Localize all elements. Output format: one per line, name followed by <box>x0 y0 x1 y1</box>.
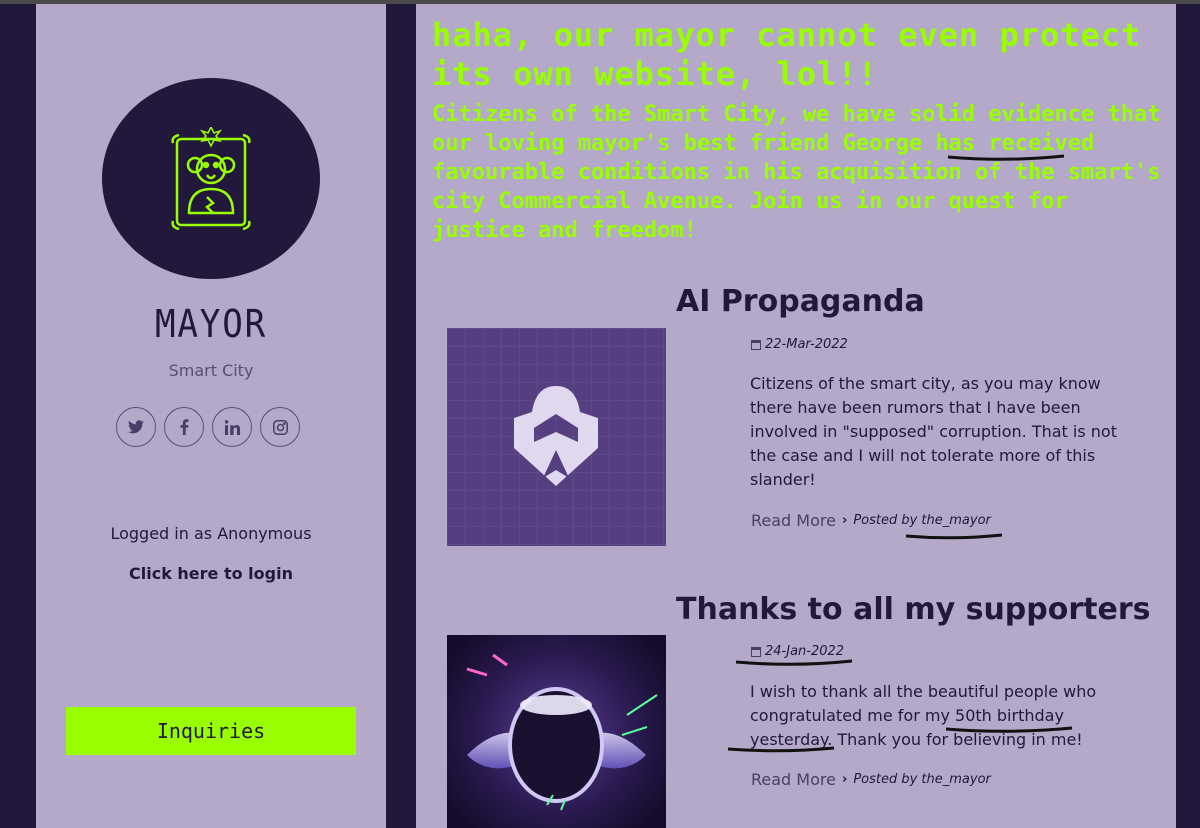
post-date-text: 22-Mar-2022 <box>765 337 848 352</box>
chevron-right-icon: › <box>841 772 848 787</box>
post-excerpt: I wish to thank all the beautiful people… <box>750 682 1097 749</box>
post-excerpt: Citizens of the smart city, as you may k… <box>750 374 1117 489</box>
chevron-right-icon: › <box>841 513 848 528</box>
linkedin-icon[interactable] <box>212 407 252 447</box>
defacement-title: haha, our mayor cannot even protect its … <box>432 16 1142 93</box>
login-status: Logged in as Anonymous <box>110 524 312 543</box>
hooded-logo-image <box>447 328 666 546</box>
post-author: Posted by the_mayor <box>853 513 991 528</box>
post-author: Posted by the_mayor <box>853 772 991 787</box>
mayor-portrait-icon <box>171 126 251 230</box>
login-link[interactable]: Click here to login <box>36 564 386 583</box>
avatar <box>102 78 320 279</box>
read-more-link[interactable]: Read More <box>751 770 836 789</box>
post-image[interactable] <box>447 635 666 828</box>
facebook-icon[interactable] <box>164 407 204 447</box>
scribble-underline <box>945 726 1073 733</box>
profile-name: MAYOR <box>155 302 267 346</box>
profile-subtitle: Smart City <box>168 361 254 380</box>
post-date: 22-Mar-2022 <box>751 337 848 352</box>
calendar-icon <box>751 339 761 350</box>
post-footer: Read More › Posted by the_mayor <box>751 770 991 789</box>
instagram-icon[interactable] <box>260 407 300 447</box>
post-image[interactable] <box>447 328 666 546</box>
calendar-icon <box>751 646 761 657</box>
scribble-underline <box>947 154 1065 161</box>
scribble-underline <box>905 533 1003 540</box>
scribble-underline <box>735 659 853 666</box>
main-content: haha, our mayor cannot even protect its … <box>416 4 1176 828</box>
defacement-message: Citizens of the Smart City, we have soli… <box>432 102 1161 243</box>
read-more-link[interactable]: Read More <box>751 511 836 530</box>
futuristic-vehicle-image <box>447 635 666 828</box>
post-title[interactable]: AI Propaganda <box>676 284 925 319</box>
social-links <box>116 407 300 447</box>
post-title[interactable]: Thanks to all my supporters <box>676 592 1151 627</box>
scribble-underline <box>727 746 835 753</box>
sidebar: MAYOR Smart City Logged in as Anonymous … <box>36 4 386 828</box>
twitter-icon[interactable] <box>116 407 156 447</box>
post-footer: Read More › Posted by the_mayor <box>751 511 991 530</box>
inquiries-button[interactable]: Inquiries <box>66 707 356 755</box>
